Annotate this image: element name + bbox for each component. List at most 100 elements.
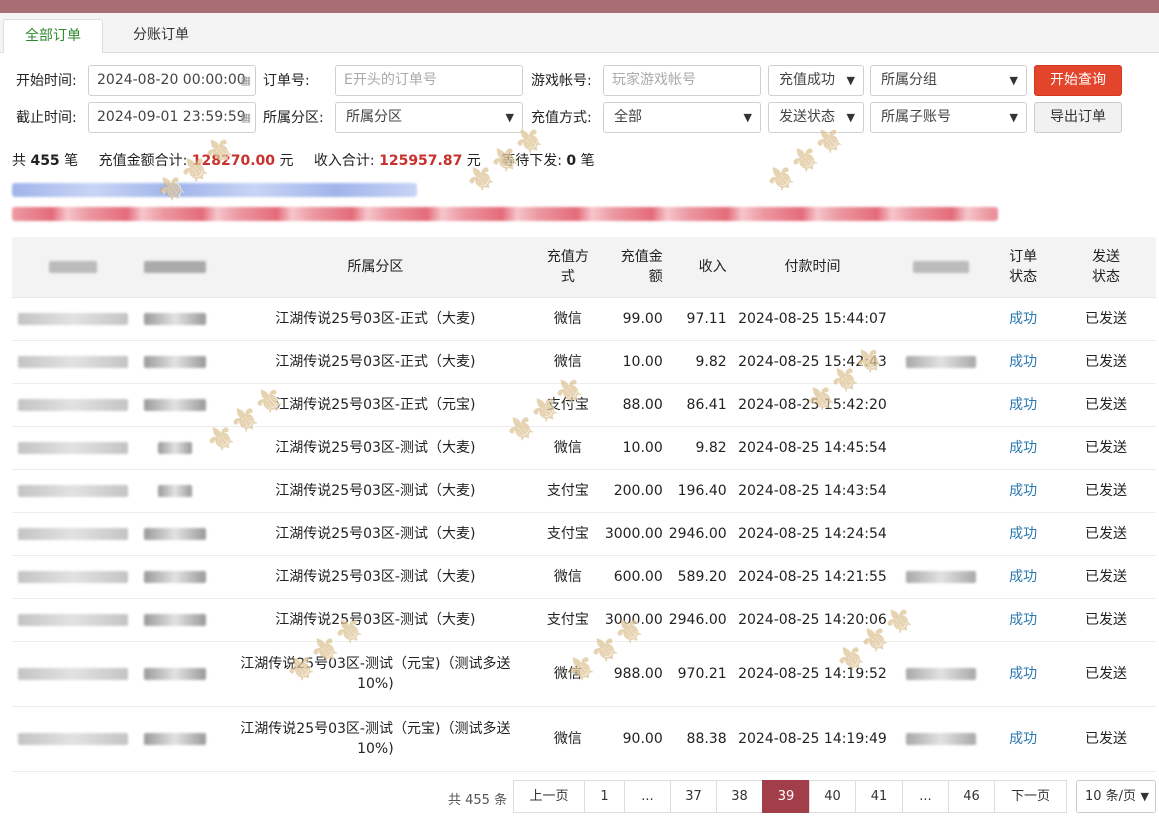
order-no-label: 订单号: [263, 73, 310, 89]
next-page-button[interactable]: 下一页 [994, 780, 1067, 813]
redacted-cell [12, 469, 134, 513]
zone-select[interactable]: 所属分区 ▼ [335, 102, 523, 133]
table-row: 江湖传说25号03区-测试（大麦) 支付宝 3000.00 2946.00 2024-0… [12, 512, 1156, 556]
export-button[interactable]: 导出订单 [1034, 102, 1122, 133]
pay-method-cell: 微信 [534, 340, 601, 384]
page-button[interactable]: 46 [948, 780, 995, 813]
current-page-button[interactable]: 39 [762, 780, 810, 813]
amount-cell: 3000.00 [600, 598, 669, 642]
recharge-status-value: 充值成功 [779, 72, 835, 88]
order-status-link[interactable]: 成功 [990, 383, 1057, 427]
income-cell: 2946.00 [668, 512, 733, 556]
zone-cell: 江湖传说25号03区-测试（大麦) [215, 598, 535, 642]
zone-cell: 江湖传说25号03区-测试（大麦) [215, 555, 535, 599]
chevron-down-icon: ▼ [1009, 111, 1018, 124]
redacted-cell [133, 512, 216, 556]
amount-cell: 600.00 [600, 555, 669, 599]
page-button[interactable]: 41 [855, 780, 903, 813]
pay-time-cell: 2024-08-25 15:42:20 [732, 383, 893, 427]
income-cell: 9.82 [668, 426, 733, 470]
page-button[interactable]: 37 [670, 780, 717, 813]
recharge-status-select[interactable]: 充值成功 ▼ [768, 65, 864, 96]
income-cell: 2946.00 [668, 598, 733, 642]
order-status-link[interactable]: 成功 [990, 706, 1057, 772]
zone-cell: 江湖传说25号03区-测试（大麦) [215, 426, 535, 470]
zone-cell: 江湖传说25号03区-测试（大麦) [215, 469, 535, 513]
game-account-input[interactable]: 玩家游戏帐号 [603, 65, 761, 96]
table-row: 江湖传说25号03区-测试（元宝)（测试多送10%) 微信 988.00 970.21… [12, 641, 1156, 707]
table-row: 江湖传说25号03区-测试（大麦) 微信 10.00 9.82 2024-08-25 1… [12, 426, 1156, 470]
amount-cell: 3000.00 [600, 512, 669, 556]
column-header: 充值金额 [600, 237, 669, 298]
order-status-link[interactable]: 成功 [990, 297, 1057, 341]
pay-time-cell: 2024-08-25 14:19:52 [732, 641, 893, 707]
send-status-select[interactable]: 发送状态 ▼ [768, 102, 864, 133]
chevron-down-icon: ▼ [743, 111, 752, 124]
order-status-link[interactable]: 成功 [990, 426, 1057, 470]
pay-method-cell: 支付宝 [534, 383, 601, 427]
amount-cell: 88.00 [600, 383, 669, 427]
page-button[interactable]: 38 [716, 780, 763, 813]
zone-cell: 江湖传说25号03区-正式（元宝) [215, 383, 535, 427]
blurred-value [143, 398, 206, 411]
send-status-cell: 已发送 [1056, 555, 1156, 599]
end-time-input[interactable]: 2024-09-01 23:59:59 ▦ [88, 102, 256, 133]
redacted-cell [12, 383, 134, 427]
orders-table: 所属分区 充值方式 充值金额 收入 付款时间 订单状态 发送状态 江湖传说25号… [12, 237, 1156, 772]
pay-method-select[interactable]: 全部 ▼ [603, 102, 761, 133]
send-status-value: 发送状态 [779, 109, 835, 125]
prev-page-button[interactable]: 上一页 [513, 780, 585, 813]
blurred-value [906, 570, 977, 583]
order-status-link[interactable]: 成功 [990, 641, 1057, 707]
order-no-input[interactable]: E开头的订单号 [335, 65, 523, 96]
order-status-link[interactable]: 成功 [990, 555, 1057, 599]
amount-unit: 元 [279, 153, 294, 169]
pay-method-cell: 微信 [534, 706, 601, 772]
query-button[interactable]: 开始查询 [1034, 65, 1122, 96]
table-row: 江湖传说25号03区-测试（大麦) 微信 600.00 589.20 2024-08-2… [12, 555, 1156, 599]
send-status-cell: 已发送 [1056, 469, 1156, 513]
pending-label: 等待下发: [501, 153, 562, 169]
income-cell: 97.11 [668, 297, 733, 341]
pay-time-cell: 2024-08-25 14:45:54 [732, 426, 893, 470]
total-count: 455 [30, 153, 60, 169]
send-status-cell: 已发送 [1056, 297, 1156, 341]
blurred-value [17, 355, 128, 368]
group-select[interactable]: 所属分组 ▼ [870, 65, 1027, 96]
amount-total: 128270.00 [191, 153, 276, 169]
tab-split-orders[interactable]: 分账订单 [113, 19, 209, 53]
zone-label: 所属分区: [263, 110, 324, 126]
order-status-link[interactable]: 成功 [990, 512, 1057, 556]
start-time-input[interactable]: 2024-08-20 00:00:00 ▦ [88, 65, 256, 96]
chevron-down-icon: ▼ [846, 111, 855, 124]
top-accent-bar [0, 0, 1159, 13]
page-size-select[interactable]: 10 条/页 ▼ [1076, 780, 1156, 813]
page-ellipsis[interactable]: ... [902, 780, 949, 813]
page-ellipsis[interactable]: ... [624, 780, 671, 813]
redacted-cell [892, 469, 991, 513]
pay-time-cell: 2024-08-25 15:44:07 [732, 297, 893, 341]
total-suffix: 笔 [64, 153, 79, 169]
table-header-row: 所属分区 充值方式 充值金额 收入 付款时间 订单状态 发送状态 [12, 237, 1156, 298]
blurred-header [913, 260, 970, 273]
blurred-value [906, 667, 977, 680]
order-status-link[interactable]: 成功 [990, 340, 1057, 384]
redacted-cell [892, 706, 991, 772]
blurred-value [17, 732, 128, 745]
table-row: 江湖传说25号03区-正式（大麦) 微信 10.00 9.82 2024-08-25 1… [12, 340, 1156, 384]
zone-cell: 江湖传说25号03区-测试（大麦) [215, 512, 535, 556]
subaccount-select[interactable]: 所属子账号 ▼ [870, 102, 1027, 133]
blurred-value [17, 484, 128, 497]
table-row: 江湖传说25号03区-正式（元宝) 支付宝 88.00 86.41 2024-08-25… [12, 383, 1156, 427]
amount-cell: 200.00 [600, 469, 669, 513]
blurred-value [143, 570, 206, 583]
pay-time-cell: 2024-08-25 15:42:43 [732, 340, 893, 384]
page-button[interactable]: 1 [584, 780, 625, 813]
page-button[interactable]: 40 [809, 780, 856, 813]
column-header [12, 237, 134, 298]
column-header: 所属分区 [215, 237, 535, 298]
order-status-link[interactable]: 成功 [990, 469, 1057, 513]
blurred-value [143, 667, 206, 680]
order-status-link[interactable]: 成功 [990, 598, 1057, 642]
tab-all-orders[interactable]: 全部订单 [3, 19, 103, 53]
